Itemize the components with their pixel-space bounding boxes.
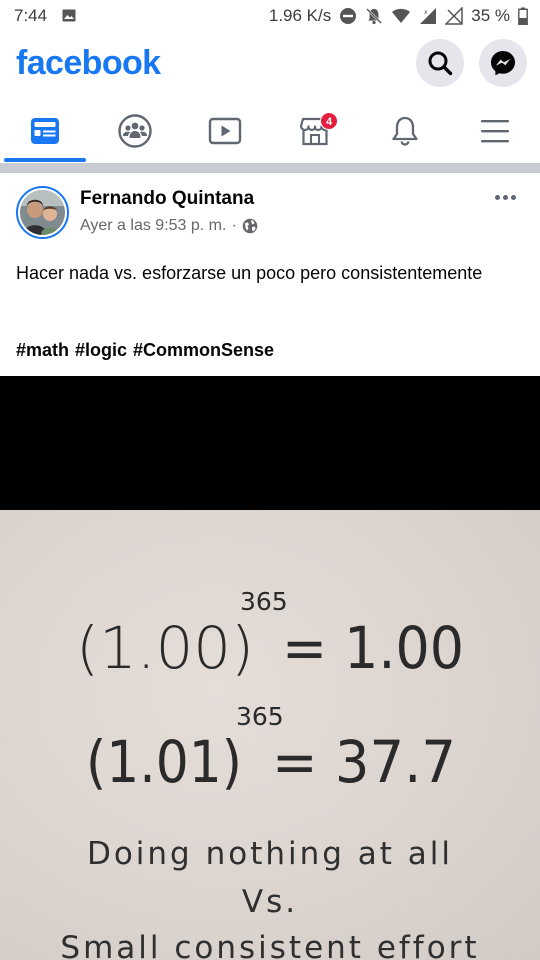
bell-icon bbox=[392, 116, 418, 146]
status-time: 7:44 bbox=[14, 6, 48, 25]
image-caption-line-1: Doing nothing at all bbox=[86, 836, 454, 872]
tab-news-feed[interactable] bbox=[0, 100, 90, 162]
eq1-base: (1.00) bbox=[76, 614, 254, 682]
hashtag-link[interactable]: #logic bbox=[75, 340, 127, 361]
tab-menu[interactable] bbox=[450, 100, 540, 162]
meta-separator: · bbox=[231, 217, 237, 234]
wifi-icon bbox=[392, 8, 411, 23]
hashtag-link[interactable]: #math bbox=[16, 340, 69, 361]
messenger-icon bbox=[491, 51, 515, 76]
tab-groups[interactable] bbox=[90, 100, 180, 162]
avatar-photo bbox=[20, 190, 65, 235]
battery-icon bbox=[518, 7, 528, 25]
svg-text:x: x bbox=[424, 9, 428, 16]
tab-marketplace[interactable] bbox=[270, 100, 360, 162]
eq2-result: = 37.7 bbox=[272, 728, 456, 796]
image-caption-line-3: Small consistent effort bbox=[60, 930, 480, 960]
post-timestamp[interactable]: Ayer a las 9:53 p. m. bbox=[80, 217, 226, 235]
facebook-logo[interactable]: facebook bbox=[16, 44, 161, 83]
eq2-base: (1.01) bbox=[86, 728, 242, 796]
status-bar: 7:44 1.96 K/s x 35 % bbox=[0, 0, 540, 32]
hamburger-icon bbox=[481, 120, 509, 143]
watch-icon bbox=[208, 117, 242, 145]
eq1-exponent: 365 bbox=[240, 587, 288, 616]
feed-divider bbox=[0, 163, 540, 173]
post-meta: Ayer a las 9:53 p. m. · bbox=[80, 217, 258, 235]
tab-bar: 4 bbox=[0, 100, 540, 164]
eq1-result: = 1.00 bbox=[282, 614, 464, 682]
post-image[interactable]: 365 (1.00) = 1.00 365 (1.01) = 37.7 Doin… bbox=[0, 510, 540, 960]
marketplace-badge: 4 bbox=[320, 112, 338, 130]
globe-icon bbox=[242, 218, 258, 234]
post-options-button[interactable] bbox=[490, 187, 520, 207]
post-hashtags: #math #logic #CommonSense bbox=[16, 340, 274, 361]
avatar[interactable] bbox=[16, 186, 69, 239]
more-dot bbox=[510, 194, 516, 200]
hashtag-link[interactable]: #CommonSense bbox=[133, 340, 274, 361]
eq2-exponent: 365 bbox=[236, 702, 284, 731]
groups-icon bbox=[118, 114, 152, 148]
post-body: Hacer nada vs. esforzarse un poco pero c… bbox=[16, 263, 483, 283]
app-header: facebook bbox=[0, 32, 540, 98]
battery-percent: 35 % bbox=[471, 6, 510, 25]
no-signal-icon bbox=[445, 7, 463, 25]
messenger-button[interactable] bbox=[479, 39, 527, 87]
search-button[interactable] bbox=[416, 39, 464, 87]
do-not-disturb-icon bbox=[340, 8, 357, 24]
active-tab-indicator bbox=[4, 158, 86, 162]
post-image-top-band[interactable] bbox=[0, 376, 540, 510]
post-author[interactable]: Fernando Quintana bbox=[80, 188, 254, 210]
news-feed-icon bbox=[31, 118, 59, 144]
tab-notifications[interactable] bbox=[360, 100, 450, 162]
gallery-notification-icon bbox=[62, 9, 76, 22]
search-icon bbox=[428, 51, 453, 76]
more-dot bbox=[494, 194, 500, 200]
tab-watch[interactable] bbox=[180, 100, 270, 162]
image-caption-line-2: Vs. bbox=[241, 884, 299, 920]
network-speed: 1.96 K/s bbox=[268, 6, 332, 25]
muted-bell-icon bbox=[366, 8, 383, 25]
more-dot bbox=[502, 194, 508, 200]
status-right: 1.96 K/s x 35 % bbox=[269, 6, 528, 26]
cell-signal-icon: x bbox=[420, 8, 437, 24]
